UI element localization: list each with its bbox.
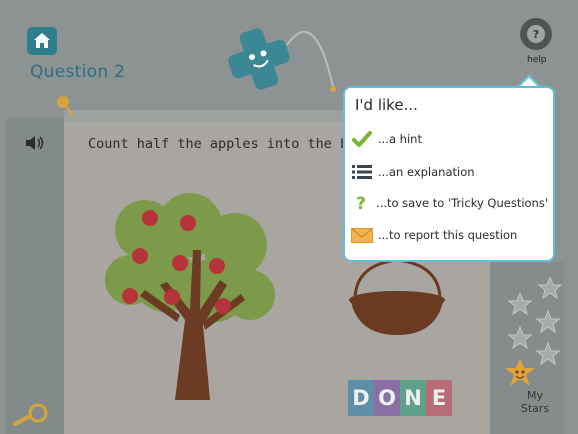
check-icon [350,128,374,150]
my-stars-label-line1: My [526,389,543,402]
basket-image [349,258,445,335]
star-icon [507,325,533,350]
svg-text:?: ? [533,28,539,41]
explanation-option[interactable]: ...an explanation [350,161,548,183]
save-tricky-option-label: ...to save to 'Tricky Questions' [376,196,548,210]
done-letter-o: O [374,380,400,416]
star-icon [507,291,533,316]
envelope-icon [350,224,374,246]
home-button[interactable] [27,27,57,55]
home-icon [34,33,50,48]
hint-option-label: ...a hint [378,132,422,146]
star-icon [537,277,563,300]
help-icon[interactable]: ? [519,17,553,51]
my-stars-icon[interactable] [503,357,537,389]
stars-collection [507,277,563,366]
question-mark-icon: ? [350,192,372,214]
question-number: Question 2 [30,62,126,82]
done-letter-n: N [400,380,426,416]
svg-text:?: ? [356,194,366,212]
explanation-option-label: ...an explanation [378,165,475,179]
save-tricky-option[interactable]: ? ...to save to 'Tricky Questions' [350,192,548,214]
star-icon [535,309,561,334]
my-stars-label[interactable]: My Stars [518,389,552,415]
done-button[interactable]: D O N E [348,380,452,416]
left-panel [6,118,64,434]
popup-title: I'd like... [355,96,418,114]
apple-tree-image [105,193,275,400]
pin-icon[interactable] [52,93,78,121]
report-option-label: ...to report this question [378,228,518,242]
help-label: help [527,55,547,65]
list-icon [350,161,374,183]
my-stars-label-line2: Stars [520,402,550,415]
done-letter-d: D [348,380,374,416]
help-popup: I'd like... ...a hint ...an explanation … [343,86,555,262]
star-icon [535,341,561,366]
mascot-icon [228,28,336,92]
question-text: Count half the apples into the basket. [88,136,348,152]
done-letter-e: E [426,380,452,416]
report-option[interactable]: ...to report this question [350,224,548,246]
speaker-icon[interactable] [24,135,46,151]
magnifier-icon[interactable] [12,402,50,428]
hint-option[interactable]: ...a hint [350,128,548,150]
